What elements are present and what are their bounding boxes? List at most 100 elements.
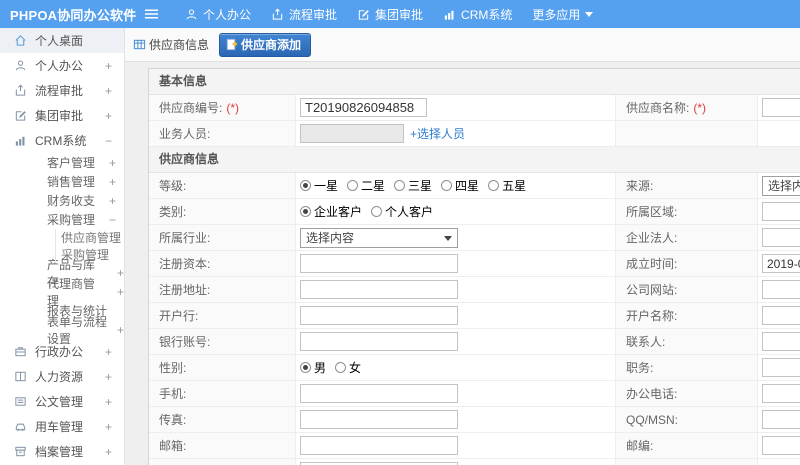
nav-workflow-approval[interactable]: 流程审批 <box>271 6 337 23</box>
expand-icon[interactable]: + <box>109 175 116 189</box>
bank-input[interactable] <box>300 306 458 325</box>
sidebar-item-label: 客户管理 <box>47 156 96 170</box>
field-label: 所属行业: <box>149 225 296 250</box>
sidebar-item-purchasing[interactable]: 采购管理 <box>0 246 124 263</box>
capital-input[interactable] <box>300 254 458 273</box>
expand-icon[interactable]: + <box>105 345 112 359</box>
field-label: 性别: <box>149 355 296 380</box>
tab-supplier-add[interactable]: 供应商添加 <box>219 32 312 57</box>
menu-toggle-button[interactable] <box>144 8 159 20</box>
nav-label: 流程审批 <box>289 7 338 22</box>
expand-icon[interactable]: + <box>105 109 112 123</box>
radio-level-3star[interactable] <box>394 180 406 191</box>
nav-group-approval[interactable]: 集团审批 <box>357 6 423 23</box>
table-icon <box>133 39 146 50</box>
source-select[interactable]: 选择内容 <box>762 175 800 196</box>
nav-label: CRM系统 <box>461 7 513 22</box>
sidebar-item-form-workflow-settings[interactable]: 表单与流程设置 + <box>0 315 124 346</box>
sidebar-item-finance-mgmt[interactable]: 财务收支 + <box>0 191 124 210</box>
sidebar-item-personal-desktop[interactable]: 个人桌面 <box>0 28 124 53</box>
email-input[interactable] <box>300 436 458 455</box>
expand-icon[interactable]: + <box>105 445 112 459</box>
founded-date-input[interactable] <box>762 254 800 273</box>
expand-icon[interactable]: + <box>105 420 112 434</box>
account-name-input[interactable] <box>762 306 800 325</box>
field-label: 所属区域: <box>616 199 758 224</box>
field-label: 传真: <box>149 407 296 432</box>
radio-gender-female[interactable] <box>335 362 347 373</box>
sidebar-item-vehicle-mgmt[interactable]: 用车管理 + <box>0 414 124 439</box>
radio-level-1star[interactable] <box>300 180 311 191</box>
bank-account-input[interactable] <box>300 332 458 351</box>
collapse-icon[interactable]: − <box>109 213 116 227</box>
nav-label: 个人办公 <box>203 7 252 22</box>
required-mark: (*) <box>693 100 707 115</box>
sidebar-item-hr[interactable]: 人力资源 + <box>0 364 124 389</box>
mobile-input[interactable] <box>300 384 458 403</box>
reg-address-input[interactable] <box>300 280 458 299</box>
sidebar-item-sales-mgmt[interactable]: 销售管理 + <box>0 172 124 191</box>
tab-supplier-info[interactable]: 供应商信息 <box>133 36 209 53</box>
nav-more-apps[interactable]: 更多应用 <box>532 6 594 23</box>
expand-icon[interactable]: + <box>105 59 112 73</box>
position-input[interactable] <box>762 358 800 377</box>
radio-level-4star[interactable] <box>441 180 453 191</box>
sidebar-item-archive-mgmt[interactable]: 档案管理 + <box>0 439 124 464</box>
expand-icon[interactable]: + <box>117 323 124 337</box>
legal-person-input[interactable] <box>762 228 800 247</box>
sidebar-item-agent-mgmt[interactable]: 代理商管理 + <box>0 277 124 308</box>
field-label: 邮编: <box>616 433 758 458</box>
expand-icon[interactable]: + <box>105 395 112 409</box>
form-row-mobile: 手机: 办公电话: <box>149 381 800 407</box>
form-row-address: 地址: <box>149 459 800 465</box>
sidebar-item-purchase-mgmt[interactable]: 采购管理 − <box>0 210 124 229</box>
radio-category-company[interactable] <box>300 206 311 217</box>
add-doc-icon <box>226 38 238 50</box>
zip-input[interactable] <box>762 436 800 455</box>
expand-icon[interactable]: + <box>105 370 112 384</box>
edit-icon <box>15 111 26 121</box>
radio-category-personal[interactable] <box>371 206 383 217</box>
expand-icon[interactable]: + <box>105 84 112 98</box>
radio-level-5star[interactable] <box>488 180 500 191</box>
form-row-level: 等级: 一星 二星 三星 四星 五星 来源: 选择内容 <box>149 173 800 199</box>
fax-input[interactable] <box>300 410 458 429</box>
sidebar-item-personal-office[interactable]: 个人办公 + <box>0 53 124 78</box>
sidebar-item-crm-system[interactable]: CRM系统 − <box>0 128 124 153</box>
empty-label-cell <box>616 459 758 465</box>
sidebar-item-customer-mgmt[interactable]: 客户管理 + <box>0 153 124 172</box>
sidebar-item-label: 用车管理 <box>35 420 84 434</box>
expand-icon[interactable]: + <box>117 285 124 299</box>
qq-msn-input[interactable] <box>762 410 800 429</box>
sidebar-item-document-mgmt[interactable]: 公文管理 + <box>0 389 124 414</box>
gender-radio-group: 男 女 <box>296 355 616 380</box>
field-label: 注册资本: <box>149 251 296 276</box>
sidebar-item-label: 供应商管理 <box>61 231 122 245</box>
nav-crm-system[interactable]: CRM系统 <box>443 6 512 23</box>
sidebar-item-label: 行政办公 <box>35 345 84 359</box>
expand-icon[interactable]: + <box>117 266 124 280</box>
contact-input[interactable] <box>762 332 800 351</box>
radio-gender-male[interactable] <box>300 362 311 373</box>
supplier-name-input[interactable] <box>762 98 800 117</box>
sidebar-item-label: 财务收支 <box>47 194 96 208</box>
choose-person-link[interactable]: +选择人员 <box>410 125 465 142</box>
chart-icon <box>15 136 25 146</box>
field-label: 来源: <box>616 173 758 198</box>
sidebar-item-supplier-mgmt[interactable]: 供应商管理 <box>0 229 124 246</box>
sidebar-item-group-approval[interactable]: 集团审批 + <box>0 103 124 128</box>
field-label: 职务: <box>616 355 758 380</box>
region-input[interactable] <box>762 202 800 221</box>
supplier-code-input[interactable] <box>300 98 427 117</box>
industry-select[interactable]: 选择内容 <box>300 227 458 248</box>
nav-personal-office[interactable]: 个人办公 <box>185 6 251 23</box>
website-input[interactable] <box>762 280 800 299</box>
field-label: 邮箱: <box>149 433 296 458</box>
sidebar-item-workflow-approval[interactable]: 流程审批 + <box>0 78 124 103</box>
office-phone-input[interactable] <box>762 384 800 403</box>
expand-icon[interactable]: + <box>109 194 116 208</box>
radio-level-2star[interactable] <box>347 180 359 191</box>
staff-input[interactable] <box>300 124 404 143</box>
expand-icon[interactable]: + <box>109 156 116 170</box>
collapse-icon[interactable]: − <box>105 134 112 148</box>
